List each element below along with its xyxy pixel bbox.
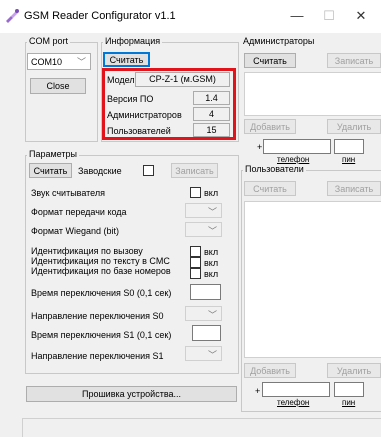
model-value: CP-Z-1 (м.GSM): [135, 72, 230, 87]
id-call-checkbox[interactable]: [190, 246, 201, 257]
id-db-label: Идентификация по базе номеров: [31, 266, 171, 276]
minimize-icon[interactable]: —: [287, 8, 307, 23]
admins-phone-input[interactable]: [263, 139, 331, 154]
admins-add-button[interactable]: Добавить: [244, 119, 296, 134]
id-sms-on-label: вкл: [204, 258, 219, 268]
id-call-on-label: вкл: [204, 247, 219, 257]
version-value: 1.4: [193, 91, 230, 105]
id-call-label: Идентификация по вызову: [31, 246, 143, 256]
com-port-value: COM10: [31, 57, 63, 67]
params-read-button[interactable]: Считать: [29, 163, 72, 178]
app-icon: [6, 9, 19, 23]
com-port-label: COM port: [27, 36, 71, 46]
s0-dir-select[interactable]: ﹀: [185, 306, 222, 321]
sound-label: Звук считывателя: [31, 188, 106, 198]
version-label: Версия ПО: [107, 94, 154, 104]
admins-pin-label: пин: [342, 155, 356, 164]
sound-on-label: вкл: [204, 188, 219, 198]
users-group-label: Пользователи: [243, 164, 306, 174]
code-format-select[interactable]: ﹀: [185, 203, 222, 218]
s0-time-label: Время переключения S0 (0,1 сек): [31, 288, 172, 298]
com-port-select[interactable]: COM10 ﹀: [27, 53, 91, 70]
factory-checkbox[interactable]: [143, 165, 154, 176]
users-read-button[interactable]: Считать: [244, 181, 296, 196]
admins-group-label: Администраторы: [241, 36, 317, 46]
info-label: Информация: [103, 36, 163, 46]
users-delete-button[interactable]: Удалить: [327, 363, 381, 378]
sound-checkbox[interactable]: [190, 187, 201, 198]
id-db-checkbox[interactable]: [190, 268, 201, 279]
users-phone-input[interactable]: [262, 382, 330, 397]
id-db-on-label: вкл: [204, 269, 219, 279]
chevron-down-icon: ﹀: [76, 57, 86, 67]
s1-dir-label: Направление переключения S1: [31, 351, 164, 361]
admins-read-button[interactable]: Считать: [244, 53, 296, 68]
admins-count-label: Администраторов: [107, 110, 182, 120]
info-read-button[interactable]: Считать: [103, 52, 150, 67]
s1-time-label: Время переключения S1 (0,1 сек): [31, 330, 172, 340]
s0-time-input[interactable]: [190, 284, 221, 300]
params-label: Параметры: [27, 149, 79, 159]
users-add-button[interactable]: Добавить: [244, 363, 296, 378]
close-port-button[interactable]: Close: [30, 78, 86, 94]
admins-plus-label: +: [257, 142, 263, 152]
id-sms-label: Идентификация по тексту в СМС: [31, 256, 170, 266]
admins-write-button[interactable]: Записать: [327, 53, 381, 68]
users-plus-label: +: [255, 386, 261, 396]
chevron-down-icon: ﹀: [207, 207, 217, 217]
admins-delete-button[interactable]: Удалить: [327, 119, 381, 134]
params-write-button[interactable]: Записать: [171, 163, 218, 178]
id-sms-checkbox[interactable]: [190, 257, 201, 268]
users-pin-label: пин: [342, 398, 356, 407]
wiegand-format-label: Формат Wiegand (bit): [31, 226, 119, 236]
users-write-button[interactable]: Записать: [327, 181, 381, 196]
chevron-down-icon: ﹀: [207, 310, 217, 320]
wiegand-format-select[interactable]: ﹀: [185, 222, 222, 237]
users-list[interactable]: [244, 201, 381, 358]
status-area: [22, 418, 381, 437]
users-pin-input[interactable]: [334, 382, 364, 397]
s1-dir-select[interactable]: ﹀: [185, 346, 222, 361]
chevron-down-icon: ﹀: [207, 226, 217, 236]
firmware-button[interactable]: Прошивка устройства...: [26, 386, 237, 402]
users-phone-label: телефон: [277, 398, 310, 407]
s1-time-input[interactable]: [192, 325, 221, 341]
users-count-value: 15: [193, 123, 230, 137]
admins-count-value: 4: [193, 107, 230, 121]
s0-dir-label: Направление переключения S0: [31, 311, 164, 321]
window-title: GSM Reader Configurator v1.1: [24, 10, 176, 22]
admins-pin-input[interactable]: [334, 139, 364, 154]
admins-phone-label: телефон: [277, 155, 310, 164]
close-window-icon[interactable]: ✕: [351, 8, 371, 24]
admins-list[interactable]: [244, 72, 381, 116]
code-format-label: Формат передачи кода: [31, 207, 127, 217]
maximize-icon[interactable]: ☐: [319, 8, 339, 24]
factory-label: Заводские: [78, 166, 122, 176]
chevron-down-icon: ﹀: [207, 350, 217, 360]
users-count-label: Пользователей: [107, 126, 171, 136]
